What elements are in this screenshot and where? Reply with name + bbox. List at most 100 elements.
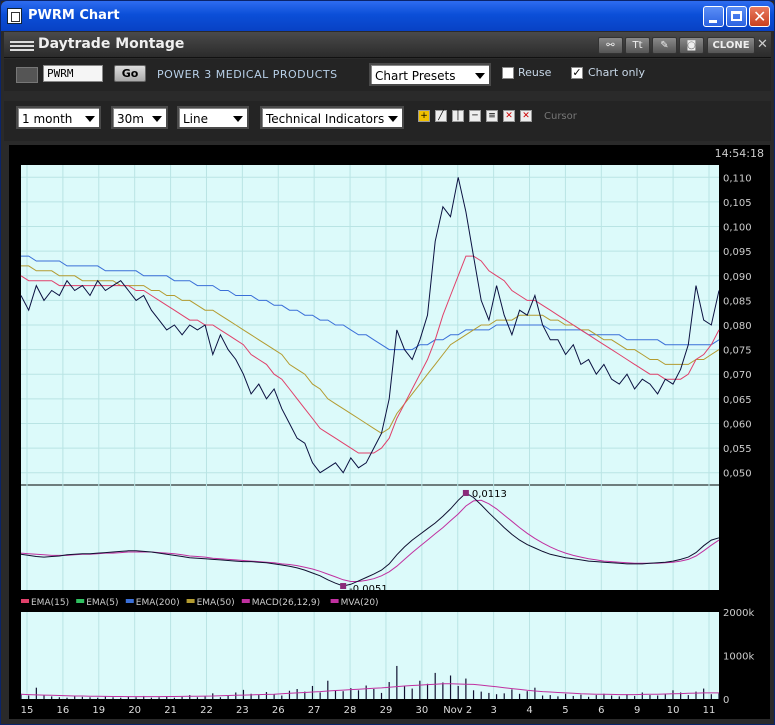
cursor-label: Cursor — [544, 111, 577, 122]
chart-window: PWRM Chart ✕ Daytrade Montage ⚯ Tt ✎ ◙ C… — [0, 0, 775, 725]
delete-all-tool-icon[interactable]: ✕ — [520, 110, 532, 122]
technical-indicators-label: Technical Indicators — [266, 112, 385, 126]
period-value: 1 month — [22, 112, 73, 126]
legend-label: EMA(200) — [136, 598, 180, 608]
price-tick-label: 0,105 — [723, 198, 752, 209]
title-bar[interactable]: PWRM Chart ✕ — [1, 1, 774, 31]
price-tick-label: 0,070 — [723, 370, 752, 381]
price-tick-label: 0,100 — [723, 223, 752, 234]
interval-dropdown[interactable]: 30m — [111, 106, 168, 129]
volume-panel-background — [21, 612, 719, 699]
chart-type-dropdown[interactable]: Line — [177, 106, 249, 129]
montage-close-icon[interactable]: ✕ — [757, 37, 770, 54]
price-panel-background — [21, 165, 719, 590]
chart-settings-toolbar: 1 month 30m Line Technical Indicators + … — [4, 101, 771, 141]
price-tick-label: 0,095 — [723, 247, 752, 258]
x-tick-label: 10 — [667, 705, 680, 716]
x-tick-label: 4 — [526, 705, 532, 716]
volume-tick-label: 1000k — [723, 652, 754, 663]
legend-label: EMA(50) — [197, 598, 235, 608]
x-tick-label: 15 — [21, 705, 34, 716]
volume-tick-label: 2000k — [723, 608, 754, 619]
chart-only-checkbox[interactable]: ✓ — [571, 67, 583, 79]
chart-presets-dropdown[interactable]: Chart Presets — [369, 63, 491, 86]
symbol-toolbar: Go POWER 3 MEDICAL PRODUCTS Chart Preset… — [4, 59, 771, 91]
legend-swatch — [241, 599, 250, 603]
x-tick-label: 30 — [415, 705, 428, 716]
interval-value: 30m — [117, 112, 144, 126]
x-tick-label: 28 — [344, 705, 357, 716]
close-icon: ✕ — [753, 7, 767, 26]
volume-tick-label: 0 — [723, 695, 729, 706]
x-tick-label: 22 — [200, 705, 213, 716]
montage-header: Daytrade Montage ⚯ Tt ✎ ◙ CLONE ✕ — [4, 32, 771, 58]
crosshair-tool-icon[interactable]: + — [418, 110, 430, 122]
x-tick-label: 26 — [272, 705, 285, 716]
legend-label: MACD(26,12,9) — [252, 598, 320, 608]
x-tick-label: 21 — [164, 705, 177, 716]
x-tick-label: 19 — [92, 705, 105, 716]
period-dropdown[interactable]: 1 month — [16, 106, 101, 129]
legend-swatch — [76, 599, 85, 603]
price-chart[interactable]: 15 16 19 20 21 22 23 26 27 28 29 30 Nov 2 3 4 5 6 9 10 11 0,… — [9, 145, 770, 719]
close-button[interactable]: ✕ — [749, 6, 770, 27]
reuse-label: Reuse — [518, 66, 552, 79]
minimize-icon — [709, 20, 717, 23]
text-size-icon[interactable]: Tt — [625, 37, 650, 54]
chevron-down-icon — [85, 116, 95, 122]
x-tick-label: 5 — [562, 705, 568, 716]
legend-swatch — [330, 599, 339, 603]
legend-swatch — [21, 599, 29, 603]
symbol-input[interactable] — [43, 65, 103, 82]
link-icon[interactable]: ⚯ — [598, 37, 623, 54]
x-tick-label: 16 — [57, 705, 70, 716]
x-tick-label: 6 — [598, 705, 604, 716]
time-readout: 14:54:18 — [714, 147, 764, 160]
x-tick-label: 9 — [634, 705, 640, 716]
price-tick-label: 0,110 — [723, 173, 752, 184]
montage-title: Daytrade Montage — [38, 36, 185, 52]
legend-label: EMA(5) — [86, 598, 118, 608]
clone-button[interactable]: CLONE — [707, 37, 755, 54]
x-tick-label: 3 — [490, 705, 496, 716]
minimize-button[interactable] — [703, 6, 724, 27]
x-tick-label: 20 — [128, 705, 141, 716]
price-tick-label: 0,080 — [723, 321, 752, 332]
price-tick-label: 0,075 — [723, 346, 752, 357]
chart-type-value: Line — [183, 112, 209, 126]
go-button[interactable]: Go — [114, 65, 146, 82]
chevron-down-icon — [388, 116, 398, 122]
link-window-button[interactable] — [16, 67, 38, 83]
paint-icon[interactable]: ✎ — [652, 37, 677, 54]
price-tick-label: 0,050 — [723, 469, 752, 480]
vertical-line-tool-icon[interactable]: │ — [452, 110, 464, 122]
x-tick-label: 27 — [308, 705, 321, 716]
delete-tool-icon[interactable]: ✕ — [503, 110, 515, 122]
price-tick-label: 0,090 — [723, 272, 752, 283]
x-tick-label: 29 — [380, 705, 393, 716]
montage-logo-icon — [10, 41, 34, 51]
camera-icon[interactable]: ◙ — [679, 37, 704, 54]
x-tick-label: Nov 2 — [443, 705, 472, 716]
legend-swatch — [186, 599, 195, 603]
macd-max-marker — [462, 489, 469, 496]
maximize-button[interactable] — [726, 6, 747, 27]
app-icon — [7, 8, 22, 24]
technical-indicators-dropdown[interactable]: Technical Indicators — [260, 106, 404, 129]
price-tick-label: 0,065 — [723, 395, 752, 406]
legend-label: MVA(20) — [341, 598, 379, 608]
x-tick-label: 23 — [236, 705, 249, 716]
reuse-checkbox[interactable] — [502, 67, 514, 79]
x-tick-label: 11 — [703, 705, 716, 716]
trendline-tool-icon[interactable]: ╱ — [435, 110, 447, 122]
horizontal-line-tool-icon[interactable]: ─ — [469, 110, 481, 122]
macd-min-label: -0,0051 — [349, 584, 388, 595]
window-title: PWRM Chart — [28, 8, 120, 23]
chart-presets-label: Chart Presets — [375, 69, 456, 83]
chart-area[interactable]: 15 16 19 20 21 22 23 26 27 28 29 30 Nov 2 3 4 5 6 9 10 11 0,… — [9, 145, 770, 719]
chart-only-label: Chart only — [588, 66, 645, 79]
chevron-down-icon — [233, 116, 243, 122]
maximize-icon — [731, 11, 742, 21]
price-tick-label: 0,055 — [723, 444, 752, 455]
fibonacci-tool-icon[interactable]: ≡ — [486, 110, 498, 122]
